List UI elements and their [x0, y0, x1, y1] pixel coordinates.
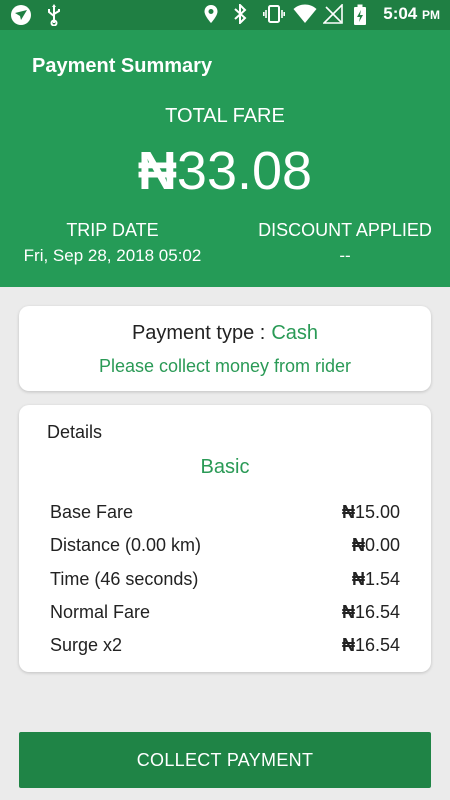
total-fare-label: TOTAL FARE	[165, 105, 285, 127]
fare-row-label: Normal Fare	[50, 602, 151, 623]
vibrate-icon	[263, 4, 286, 24]
trip-date: TRIP DATE Fri, Sep 28, 2018 05:02	[10, 220, 215, 266]
location-icon	[203, 4, 223, 24]
discount-label: DISCOUNT APPLIED	[258, 220, 432, 240]
fare-row-time: Time (46 seconds) ₦1.54	[50, 563, 400, 596]
payment-type-label: Payment type :	[131, 322, 266, 344]
collect-money-note: Please collect money from rider	[98, 356, 352, 376]
fare-row-base: Base Fare ₦15.00	[50, 496, 400, 529]
fare-row-distance: Distance (0.00 km) ₦0.00	[50, 529, 400, 562]
fare-row-amount: ₦1.54	[351, 568, 400, 589]
discount-value: --	[339, 246, 351, 265]
app-logo-icon	[10, 4, 31, 25]
discount-applied: DISCOUNT APPLIED --	[245, 220, 445, 266]
fare-row-normal: Normal Fare ₦16.54	[50, 596, 400, 629]
payment-type-value: Cash	[271, 322, 319, 344]
fare-package: Basic	[200, 456, 250, 478]
total-fare-value: ₦33.08	[0, 140, 450, 202]
fare-row-label: Distance (0.00 km)	[50, 535, 202, 556]
status-bar: 5:04 PM	[0, 0, 450, 30]
fare-breakdown: Base Fare ₦15.00 Distance (0.00 km) ₦0.00 …	[50, 496, 400, 662]
bluetooth-icon	[233, 2, 253, 26]
page-title: Payment Summary	[32, 55, 213, 77]
no-signal-icon	[322, 3, 344, 24]
battery-charging-icon	[353, 4, 373, 25]
fare-row-label: Base Fare	[50, 502, 134, 523]
collect-payment-button[interactable]: COLLECT PAYMENT	[19, 732, 431, 788]
status-time: 5:04 PM	[383, 4, 440, 23]
fare-row-label: Surge x2	[50, 635, 123, 656]
payment-type-card: Payment type : Cash Please collect money …	[19, 306, 431, 391]
payment-summary-header: Payment Summary TOTAL FARE ₦33.08 TRIP D…	[0, 30, 450, 287]
fare-details-card: Details Basic Base Fare ₦15.00 Distance (…	[19, 405, 431, 672]
usb-icon	[44, 4, 64, 27]
currency-symbol: ₦	[137, 141, 177, 201]
payment-type: Payment type : Cash	[19, 322, 431, 345]
fare-row-amount: ₦16.54	[341, 635, 400, 656]
total-fare-amount: 33.08	[176, 141, 313, 201]
fare-row-amount: ₦0.00	[351, 535, 400, 556]
details-title: Details	[47, 422, 103, 442]
trip-date-label: TRIP DATE	[66, 220, 159, 240]
fare-row-label: Time (46 seconds)	[50, 568, 199, 589]
trip-date-value: Fri, Sep 28, 2018 05:02	[23, 246, 202, 265]
wifi-icon	[293, 4, 317, 24]
fare-row-surge: Surge x2 ₦16.54	[50, 629, 400, 662]
fare-row-amount: ₦16.54	[341, 602, 400, 623]
fare-row-amount: ₦15.00	[341, 502, 400, 523]
